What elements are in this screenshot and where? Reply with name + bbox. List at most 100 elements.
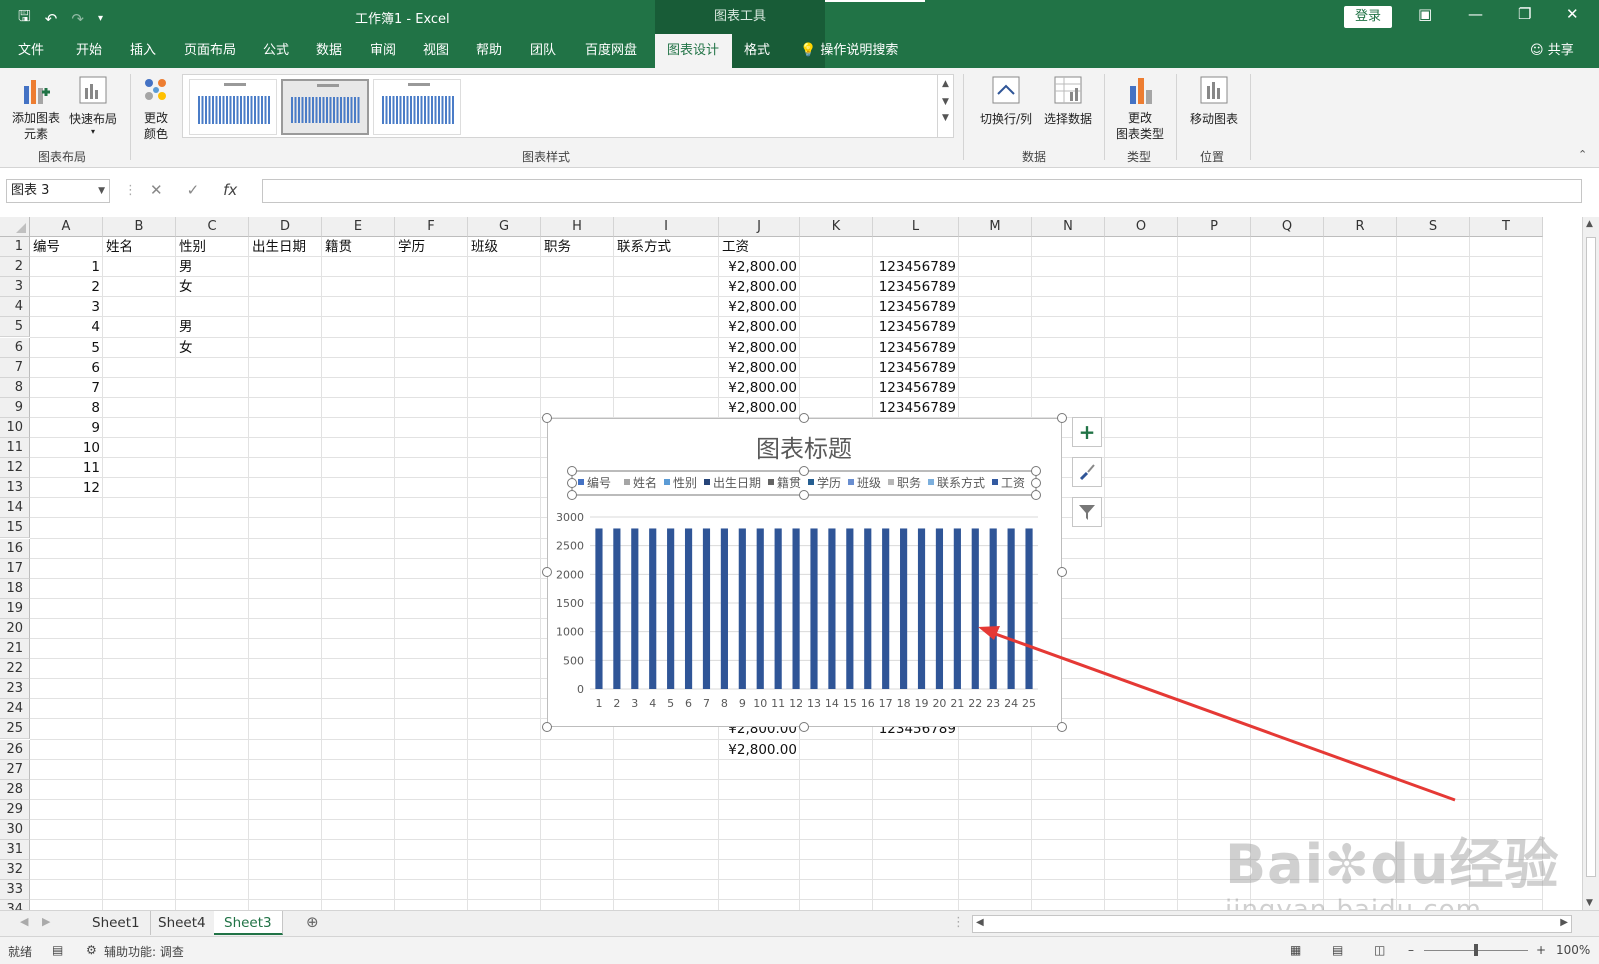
gallery-scroll[interactable]: ▲ ▼ ▼ [937,75,953,137]
cell[interactable]: ¥2,800.00 [719,277,800,297]
enter-icon[interactable]: ✓ [187,181,200,199]
cell[interactable]: 8 [30,398,103,418]
cell[interactable]: 性别 [176,237,249,257]
resize-handle-n[interactable] [799,413,809,423]
column-header[interactable]: F [395,217,468,237]
row-header[interactable]: 15 [0,518,30,539]
tab-home[interactable]: 开始 [64,34,114,68]
tab-baidu-netdisk[interactable]: 百度网盘 [573,34,649,68]
cell[interactable]: ¥2,800.00 [719,297,800,317]
column-header[interactable]: M [959,217,1032,237]
cell[interactable]: 11 [30,458,103,478]
resize-handle-s[interactable] [799,722,809,732]
change-chart-type-button[interactable]: 更改 图表类型 [1110,74,1170,142]
row-header[interactable]: 32 [0,860,30,881]
cell[interactable]: ¥2,800.00 [719,338,800,358]
column-header[interactable]: T [1470,217,1543,237]
cell[interactable]: 男 [176,257,249,277]
chart-elements-plus-icon[interactable]: + [1072,417,1102,447]
chart-style-3[interactable] [373,79,461,135]
cell[interactable]: ¥2,800.00 [719,358,800,378]
cancel-icon[interactable]: ✕ [150,181,163,199]
column-header[interactable]: H [541,217,614,237]
restore-icon[interactable]: ❐ [1518,5,1531,23]
change-colors-button[interactable]: 更改 颜色 [134,74,178,142]
row-header[interactable]: 3 [0,277,30,298]
cell[interactable]: 班级 [468,237,541,257]
cell[interactable]: 7 [30,378,103,398]
share-button[interactable]: ☺ 共享 [1530,34,1574,68]
tell-me-search[interactable]: 💡 操作说明搜索 [800,34,898,68]
row-header[interactable]: 16 [0,538,30,559]
scroll-right-icon[interactable]: ▶ [1560,917,1568,928]
row-header[interactable]: 5 [0,317,30,338]
cell[interactable]: ¥2,800.00 [719,740,800,760]
row-header[interactable]: 4 [0,297,30,318]
cell[interactable]: 123456789 [873,257,959,277]
row-header[interactable]: 25 [0,719,30,740]
gallery-down-icon[interactable]: ▼ [938,97,953,107]
vertical-scroll-thumb[interactable] [1586,237,1596,877]
cell[interactable]: 123456789 [873,297,959,317]
switch-row-column-button[interactable]: 切换行/列 [976,74,1036,127]
cell[interactable]: 123456789 [873,277,959,297]
row-header[interactable]: 24 [0,699,30,720]
column-header[interactable]: L [873,217,959,237]
column-header[interactable]: A [30,217,103,237]
row-header[interactable]: 19 [0,598,30,619]
minimize-icon[interactable]: — [1468,5,1483,23]
resize-handle-w[interactable] [542,567,552,577]
tab-view[interactable]: 视图 [411,34,461,68]
row-header[interactable]: 1 [0,237,30,258]
row-header[interactable]: 8 [0,377,30,398]
login-button[interactable]: 登录 [1344,6,1392,28]
move-chart-button[interactable]: 移动图表 [1184,74,1244,127]
column-header[interactable]: J [719,217,800,237]
column-header[interactable]: G [468,217,541,237]
cell[interactable]: 女 [176,277,249,297]
cell[interactable]: 编号 [30,237,103,257]
row-header[interactable]: 23 [0,679,30,700]
add-sheet-icon[interactable]: ⊕ [306,913,319,931]
row-header[interactable]: 27 [0,759,30,780]
tab-review[interactable]: 审阅 [358,34,408,68]
tab-team[interactable]: 团队 [518,34,568,68]
cell[interactable]: 123456789 [873,338,959,358]
row-header[interactable]: 30 [0,819,30,840]
cell[interactable]: 9 [30,418,103,438]
zoom-out-icon[interactable]: – [1408,943,1414,957]
tab-help[interactable]: 帮助 [464,34,514,68]
column-header[interactable]: Q [1251,217,1324,237]
row-header[interactable]: 17 [0,558,30,579]
page-break-view-icon[interactable]: ◫ [1374,943,1385,957]
tab-page-layout[interactable]: 页面布局 [172,34,248,68]
fx-icon[interactable]: fx [223,181,237,199]
column-header[interactable]: B [103,217,176,237]
cell[interactable]: 1 [30,257,103,277]
chart-filter-icon[interactable] [1072,497,1102,527]
row-header[interactable]: 14 [0,498,30,519]
tab-chart-design[interactable]: 图表设计 [655,34,732,68]
row-header[interactable]: 34 [0,900,30,910]
tab-formulas[interactable]: 公式 [251,34,301,68]
scroll-up-icon[interactable]: ▲ [1586,219,1593,229]
sheet-tab-sheet4[interactable]: Sheet4 [148,911,217,935]
column-header[interactable]: D [249,217,322,237]
cell[interactable]: 工资 [719,237,800,257]
resize-handle-se[interactable] [1057,722,1067,732]
row-header[interactable]: 22 [0,659,30,680]
row-header[interactable]: 10 [0,417,30,438]
redo-icon[interactable]: ↷ [71,10,84,28]
gallery-more-icon[interactable]: ▼ [938,113,953,123]
column-header[interactable]: R [1324,217,1397,237]
cell[interactable]: 12 [30,478,103,498]
cell[interactable]: 123456789 [873,317,959,337]
row-header[interactable]: 12 [0,458,30,479]
cell[interactable]: 职务 [541,237,614,257]
tab-split-grip-icon[interactable]: ⋮ [952,915,965,930]
column-header[interactable]: S [1397,217,1470,237]
sheet-tab-sheet1[interactable]: Sheet1 [82,911,151,935]
vertical-scrollbar[interactable]: ▲ ▼ [1582,217,1599,910]
cell[interactable]: ¥2,800.00 [719,378,800,398]
cell[interactable]: 出生日期 [249,237,322,257]
